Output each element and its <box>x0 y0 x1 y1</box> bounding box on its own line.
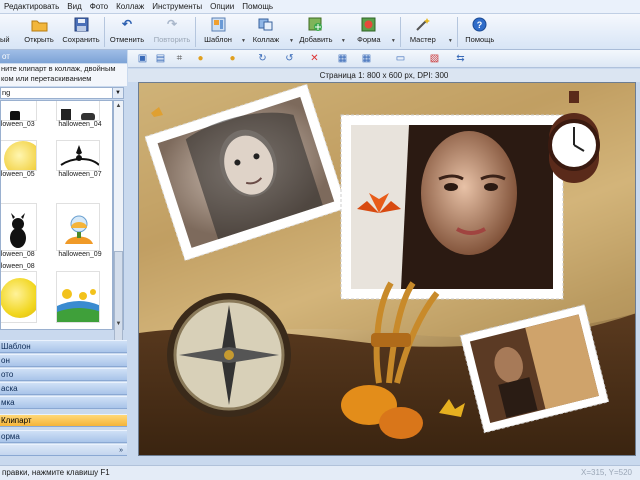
gallery-scrollbar[interactable]: ▲ ▼ <box>113 100 124 351</box>
floppy-icon <box>73 17 90 32</box>
clipart-item[interactable]: lloween_05 <box>1 138 41 184</box>
redo-button[interactable]: ↷ Повторить <box>149 14 195 50</box>
page-info: Страница 1: 800 x 600 px, DPI: 300 <box>128 69 640 82</box>
category-select[interactable]: ng ▼ <box>0 87 124 99</box>
chevron-double-down-icon[interactable]: » <box>119 445 123 457</box>
clipart-thumb <box>56 101 100 121</box>
canvas-toolbar: ▣ ▤ ⌗ ● ● ↻ ↺ ✕ ▦ ▦ ▭ ▧ ⇆ <box>128 50 640 68</box>
shape-button[interactable]: Форма <box>350 14 388 50</box>
clipart-item[interactable]: lloween_03 <box>1 101 41 134</box>
clipart-thumb <box>1 203 37 251</box>
layer-down-icon[interactable]: ▦ <box>360 52 373 65</box>
accordion-photo[interactable]: ото <box>0 368 127 381</box>
accordion-frame[interactable]: мка <box>0 396 127 409</box>
chevron-down-icon[interactable]: ▼ <box>448 38 453 44</box>
flip-back-icon[interactable]: ↺ <box>283 52 296 65</box>
clipart-item[interactable] <box>54 269 104 323</box>
template-icon <box>210 17 227 32</box>
undo-button[interactable]: ↶ Отменить <box>105 14 149 50</box>
clipart-thumb <box>1 101 37 121</box>
menu-photo[interactable]: Фото <box>86 2 112 11</box>
crop-icon[interactable]: ⌗ <box>173 52 186 65</box>
save-button[interactable]: Сохранить <box>58 14 104 50</box>
clipart-thumb <box>56 271 100 323</box>
clipart-thumb <box>1 140 37 171</box>
collage-canvas[interactable] <box>138 82 636 456</box>
status-bar: правки, нажмите клавишу F1 X=315, Y=520 <box>0 465 640 480</box>
scroll-down-icon[interactable]: ▼ <box>114 319 123 329</box>
magic-wand-icon <box>414 17 431 32</box>
scroll-thumb[interactable] <box>114 251 123 351</box>
wizard-button[interactable]: Мастер <box>401 14 445 50</box>
scroll-up-icon[interactable]: ▲ <box>114 101 123 111</box>
category-value: ng <box>2 88 11 97</box>
chevron-down-icon[interactable]: ▼ <box>112 88 123 98</box>
template-button[interactable]: Шаблон <box>198 14 238 50</box>
svg-text:?: ? <box>477 20 483 30</box>
menu-edit[interactable]: Редактировать <box>0 2 63 11</box>
export-icon[interactable]: ⇆ <box>454 52 467 65</box>
collage-button[interactable]: Коллаж <box>246 14 286 50</box>
new-button[interactable]: ый <box>0 14 14 50</box>
collage-icon <box>257 17 274 32</box>
accordion-more[interactable]: » <box>0 444 127 456</box>
chevron-down-icon[interactable]: ▼ <box>341 38 346 44</box>
cursor-coords: X=315, Y=520 <box>580 468 632 477</box>
clipart-thumb <box>1 271 37 323</box>
clipart-thumb <box>56 140 100 171</box>
add-photo-icon <box>307 17 324 32</box>
menu-bar: Редактировать Вид Фото Коллаж Инструмент… <box>0 0 640 14</box>
clipart-item[interactable]: halloween_07 <box>54 138 104 184</box>
status-hint: правки, нажмите клавишу F1 <box>2 468 110 477</box>
panel-hint: ните клипарт в коллаж, двойным ком или п… <box>0 64 127 86</box>
clipart-item[interactable] <box>1 269 41 323</box>
select-icon[interactable]: ▣ <box>136 52 149 65</box>
clipart-label: lloween_08 <box>0 263 35 270</box>
chevron-down-icon[interactable]: ▼ <box>391 38 396 44</box>
rotate-left-icon[interactable]: ● <box>194 52 207 65</box>
delete-page-icon[interactable]: ▧ <box>428 52 441 65</box>
clipart-item[interactable]: halloween_09 <box>54 201 104 258</box>
collage-artwork <box>139 83 635 455</box>
add-button[interactable]: Добавить <box>294 14 338 50</box>
menu-view[interactable]: Вид <box>63 2 85 11</box>
accordion-mask[interactable]: аска <box>0 382 127 395</box>
rotate-right-icon[interactable]: ● <box>226 52 239 65</box>
menu-help[interactable]: Помощь <box>238 2 277 11</box>
flip-icon[interactable]: ↻ <box>256 52 269 65</box>
accordion-clipart[interactable]: Клипарт <box>0 414 127 427</box>
undo-icon: ↶ <box>121 17 133 31</box>
menu-collage[interactable]: Коллаж <box>112 2 148 11</box>
layer-up-icon[interactable]: ▦ <box>336 52 349 65</box>
clipart-item[interactable]: lloween_08 <box>1 201 41 258</box>
help-icon: ? <box>471 17 488 32</box>
clipart-thumb <box>56 203 100 251</box>
help-button[interactable]: ? Помощь <box>458 14 502 50</box>
page-icon[interactable]: ▭ <box>394 52 407 65</box>
menu-options[interactable]: Опции <box>206 2 238 11</box>
clipart-item[interactable]: halloween_04 <box>54 101 104 134</box>
clipart-gallery: lloween_03 halloween_04 lloween_05 hallo… <box>0 100 113 330</box>
delete-icon[interactable]: ✕ <box>308 52 321 65</box>
redo-icon: ↷ <box>166 17 178 31</box>
main-toolbar: ый Открыть Сохранить ↶ Отменить ↷ Повтор… <box>0 14 640 50</box>
new-icon <box>0 17 17 32</box>
accordion-shape[interactable]: орма <box>0 430 127 443</box>
shape-icon <box>360 17 377 32</box>
fit-icon[interactable]: ▤ <box>154 52 167 65</box>
accordion-template[interactable]: Шаблон <box>0 340 127 353</box>
folder-icon <box>31 17 48 32</box>
panel-header: от <box>0 50 127 63</box>
menu-tools[interactable]: Инструменты <box>148 2 206 11</box>
accordion-collage[interactable]: он <box>0 354 127 367</box>
toolbar-separator <box>195 17 196 47</box>
open-button[interactable]: Открыть <box>20 14 58 50</box>
